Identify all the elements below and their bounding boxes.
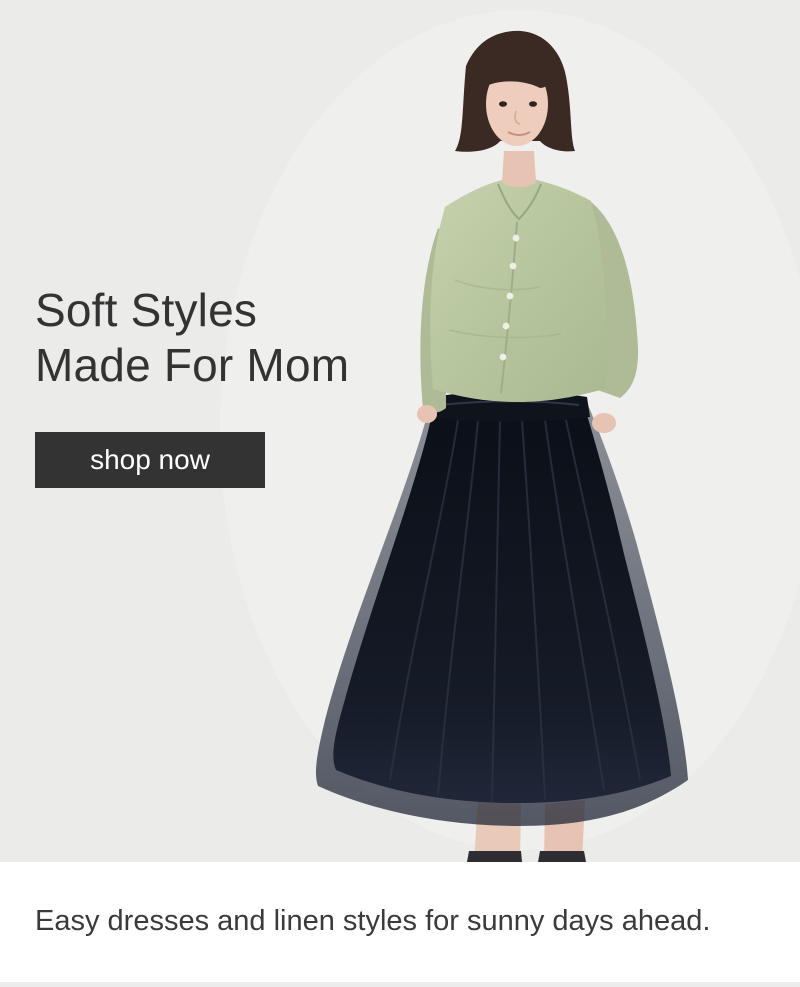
model-photo bbox=[0, 0, 800, 862]
hero-headline-line-2: Made For Mom bbox=[35, 339, 350, 391]
promo-caption: Easy dresses and linen styles for sunny … bbox=[35, 905, 711, 937]
hero-headline-line-1: Soft Styles bbox=[35, 284, 258, 336]
hero-headline: Soft Styles Made For Mom bbox=[35, 283, 349, 393]
promo-banner[interactable]: Soft Styles Made For Mom shop now Easy d… bbox=[0, 0, 800, 987]
caption-section: Easy dresses and linen styles for sunny … bbox=[0, 862, 800, 982]
hero-section: Soft Styles Made For Mom shop now bbox=[0, 0, 800, 862]
shop-now-button[interactable]: shop now bbox=[35, 432, 265, 488]
bottom-divider bbox=[0, 982, 800, 987]
